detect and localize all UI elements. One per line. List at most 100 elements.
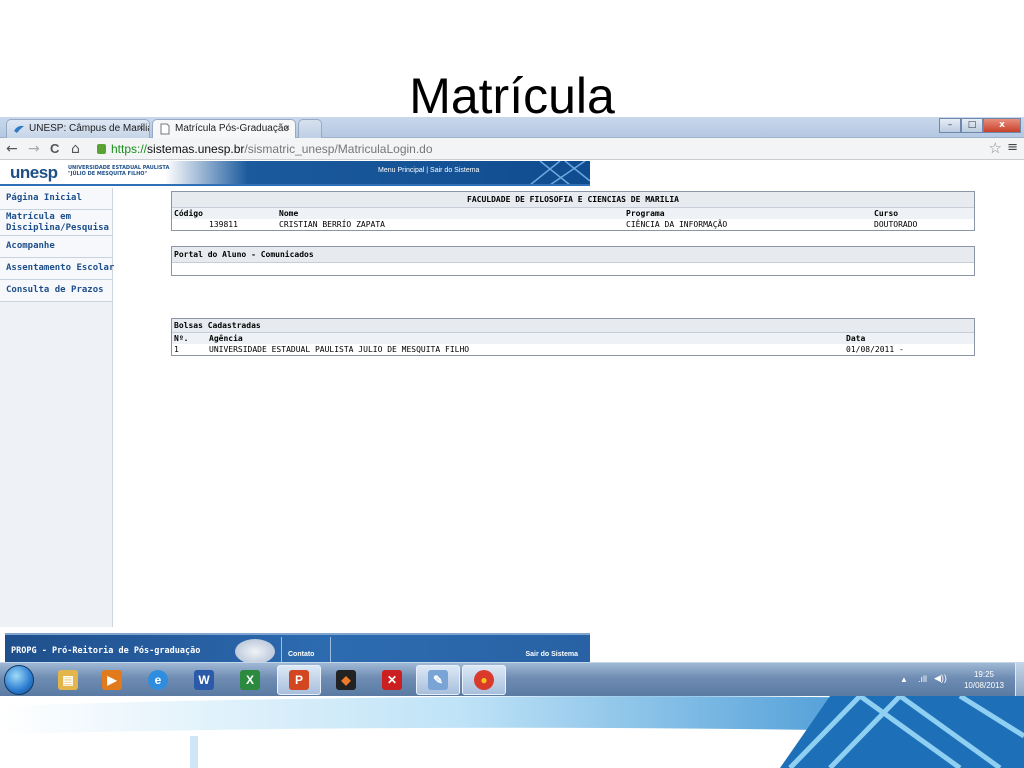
student-codigo: 139811 (209, 220, 238, 229)
ie-glyph: e (148, 670, 168, 690)
taskbar-acrobat-icon[interactable]: ✕ (370, 665, 414, 695)
sidebar: Página Inicial Matrícula em Disciplina/P… (0, 188, 114, 627)
contato-link[interactable]: Contato (281, 637, 331, 664)
header-decoration-icon (530, 161, 590, 185)
taskbar-chrome-icon[interactable]: ● (462, 665, 506, 695)
word-glyph: W (194, 670, 214, 690)
col-curso: Curso (874, 209, 899, 218)
taskbar-explorer-icon[interactable]: ▤ (46, 665, 90, 695)
logo-subtitle-line2: "JÚLIO DE MESQUITA FILHO" (68, 171, 148, 177)
app-black-glyph: ◆ (336, 670, 356, 690)
main-content: FACULDADE DE FILOSOFIA E CIENCIAS DE MAR… (171, 191, 975, 356)
url-text: https://sistemas.unesp.br/sismatric_unes… (93, 140, 973, 158)
start-button-icon[interactable] (4, 665, 34, 695)
bolsas-box: Bolsas Cadastradas Nº. Agência Data 1 UN… (171, 318, 975, 356)
clock[interactable]: 19:25 10/08/2013 (954, 669, 1014, 691)
unesp-logo[interactable]: unesp (10, 163, 58, 183)
header-divider (0, 184, 590, 186)
show-desktop-button[interactable] (1015, 663, 1024, 697)
tray-expand-icon[interactable]: ▲ (900, 675, 908, 684)
url-host: sistemas.unesp.br (147, 142, 245, 156)
forward-arrow-icon[interactable]: → (28, 140, 40, 158)
logo-subtitle: UNIVERSIDADE ESTADUAL PAULISTA "JÚLIO DE… (68, 165, 169, 177)
chrome-glyph: ● (474, 670, 494, 690)
portal-box: Portal do Aluno - Comunicados (171, 246, 975, 276)
minimize-button[interactable]: – (939, 118, 961, 133)
student-curso: DOUTORADO (874, 220, 918, 229)
url-path: /sismatric_unesp/MatriculaLogin.do (244, 142, 433, 156)
sidebar-item-acompanhe[interactable]: Acompanhe (0, 236, 112, 258)
new-tab-button[interactable] (298, 119, 322, 138)
maximize-button[interactable]: □ (961, 118, 983, 133)
bolsas-title: Bolsas Cadastradas (172, 319, 974, 333)
unesp-favicon-icon (14, 125, 24, 133)
paint-glyph: ✎ (428, 670, 448, 690)
reload-icon[interactable]: C (50, 140, 59, 158)
browser-tab-unesp[interactable]: UNESP: Câmpus de Marília × (6, 119, 150, 138)
taskbar-media-player-icon[interactable]: ▶ (90, 665, 134, 695)
sidebar-item-assentamento[interactable]: Assentamento Escolar (0, 258, 114, 280)
explorer-glyph: ▤ (58, 670, 78, 690)
student-info-box: FACULDADE DE FILOSOFIA E CIENCIAS DE MAR… (171, 191, 975, 231)
bookmark-star-icon[interactable]: ☆ (989, 139, 1002, 157)
col-data: Data (846, 334, 866, 343)
bolsa-agencia: UNIVERSIDADE ESTADUAL PAULISTA JULIO DE … (209, 345, 470, 354)
footer-globe-icon (235, 639, 275, 664)
browser-tab-bar: UNESP: Câmpus de Marília × Matrícula Pós… (0, 117, 1024, 138)
excel-glyph: X (240, 670, 260, 690)
taskbar-excel-icon[interactable]: X (228, 665, 272, 695)
back-arrow-icon[interactable]: ← (6, 140, 18, 158)
url-scheme: https:// (111, 142, 148, 156)
taskbar-internet-explorer-icon[interactable]: e (136, 665, 180, 695)
site-header: unesp UNIVERSIDADE ESTADUAL PAULISTA "JÚ… (0, 161, 590, 185)
taskbar-powerpoint-icon[interactable]: P (277, 665, 321, 695)
lock-icon (97, 144, 106, 154)
media-player-glyph: ▶ (102, 670, 122, 690)
volume-icon[interactable]: ◀)) (934, 673, 947, 684)
bolsas-header-row: Nº. Agência Data (172, 333, 974, 344)
col-codigo: Código (174, 209, 203, 218)
menu-principal-link[interactable]: Menu Principal (378, 167, 424, 174)
browser-menu-icon[interactable]: ≡ (1007, 140, 1018, 155)
system-tray: ▲ .ıll ◀)) 19:25 10/08/2013 (894, 667, 1014, 695)
site-footer: PROPG - Pró-Reitoria de Pós-graduação Co… (5, 633, 590, 664)
bolsa-data: 01/08/2011 - (846, 345, 904, 354)
col-numero: Nº. (174, 334, 189, 343)
taskbar-word-icon[interactable]: W (182, 665, 226, 695)
window-controls: – □ x (939, 118, 1021, 133)
tab-label: Matrícula Pós-Graduação (175, 123, 289, 134)
clock-date: 10/08/2013 (963, 681, 1005, 690)
col-programa: Programa (626, 209, 665, 218)
taskbar-app-black-icon[interactable]: ◆ (324, 665, 368, 695)
portal-title: Portal do Aluno - Comunicados (172, 247, 974, 263)
tab-close-icon[interactable]: × (138, 120, 144, 138)
portal-body (172, 263, 974, 275)
url-field[interactable]: https://sistemas.unesp.br/sismatric_unes… (93, 140, 973, 158)
faculty-name: FACULDADE DE FILOSOFIA E CIENCIAS DE MAR… (172, 192, 974, 208)
table-row: 1 UNIVERSIDADE ESTADUAL PAULISTA JULIO D… (172, 344, 974, 355)
sidebar-item-consulta-prazos[interactable]: Consulta de Prazos (0, 280, 112, 302)
page-favicon-icon (160, 123, 170, 135)
student-row: 139811 CRISTIAN BERRÍO ZAPATA CIÊNCIA DA… (172, 219, 974, 230)
footer-sair-link[interactable]: Sair do Sistema (525, 651, 578, 658)
sidebar-item-pagina-inicial[interactable]: Página Inicial (0, 188, 112, 210)
powerpoint-glyph: P (289, 670, 309, 690)
network-icon[interactable]: .ıll (918, 674, 927, 684)
acrobat-glyph: ✕ (382, 670, 402, 690)
student-nome: CRISTIAN BERRÍO ZAPATA (279, 220, 385, 229)
sair-link[interactable]: Sair do Sistema (430, 167, 479, 174)
tab-label: UNESP: Câmpus de Marília (29, 123, 150, 134)
col-nome: Nome (279, 209, 299, 218)
home-icon[interactable]: ⌂ (71, 140, 80, 158)
browser-tab-matricula[interactable]: Matrícula Pós-Graduação × (152, 119, 296, 138)
sidebar-item-matricula[interactable]: Matrícula em Disciplina/Pesquisa (0, 210, 112, 236)
address-bar-row: ← → C ⌂ https://sistemas.unesp.br/sismat… (0, 138, 1024, 160)
tab-close-icon[interactable]: × (284, 120, 290, 138)
close-window-button[interactable]: x (983, 118, 1021, 133)
taskbar-paint-icon[interactable]: ✎ (416, 665, 460, 695)
slide-bottom-decoration (0, 696, 1024, 768)
clock-time: 19:25 (973, 670, 995, 679)
col-agencia: Agência (209, 334, 243, 343)
student-header-row: Código Nome Programa Curso (172, 208, 974, 219)
taskbar: ▤ ▶ e W X P ◆ ✕ ✎ ● ▲ .ıll ◀)) 19:25 10/… (0, 662, 1024, 697)
